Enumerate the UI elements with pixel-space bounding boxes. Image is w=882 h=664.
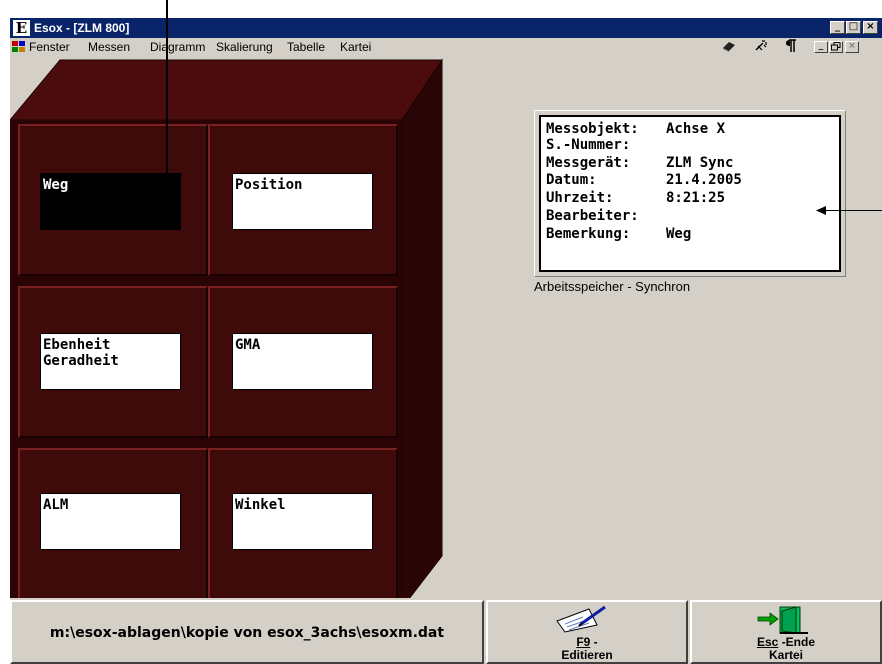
child-close-button[interactable]: × <box>845 41 859 53</box>
info-label-messobjekt: Messobjekt: <box>546 121 639 137</box>
restore-icon <box>831 42 841 51</box>
menu-messen[interactable]: Messen <box>88 41 130 54</box>
title-bar[interactable]: E Esox - [ZLM 800] _ □ × <box>10 18 882 38</box>
exit-button-label: Kartei <box>768 648 803 662</box>
info-label-bemerkung: Bemerkung: <box>546 226 631 242</box>
menu-diagramm[interactable]: Diagramm <box>150 41 205 54</box>
menu-kartei[interactable]: Kartei <box>340 41 371 54</box>
edit-hotkey: F9 <box>576 635 591 649</box>
drawer-label-winkel[interactable]: Winkel <box>232 493 373 550</box>
edit-button-label: Editieren <box>561 648 613 662</box>
measurement-info-panel: Messobjekt: Achse X S.-Nummer: Messgerät… <box>534 110 846 277</box>
main-window: E Esox - [ZLM 800] _ □ × Fenster Messen … <box>10 18 882 664</box>
drawer-label-gma[interactable]: GMA <box>232 333 373 390</box>
exit-hotkey-separator: -Ende <box>778 635 816 649</box>
info-label-bearbeiter: Bearbeiter: <box>546 208 639 224</box>
menu-skalierung[interactable]: Skalierung <box>216 41 273 54</box>
info-value-messgeraet: ZLM Sync <box>666 155 734 171</box>
app-icon[interactable]: E <box>13 20 30 36</box>
info-value-uhrzeit: 8:21:25 <box>666 190 726 206</box>
edit-hotkey-separator: - <box>590 635 598 649</box>
drawer-label-alm[interactable]: ALM <box>40 493 181 550</box>
file-cabinet: Weg Position Ebenheit Geradheit GMA ALM … <box>10 56 450 608</box>
file-path-panel: m:\esox-ablagen\kopie von esox_3achs\eso… <box>10 600 484 664</box>
child-window-icon[interactable] <box>12 41 26 53</box>
maximize-button[interactable]: □ <box>846 21 861 34</box>
drawer-label-weg[interactable]: Weg <box>40 173 181 230</box>
eraser-icon[interactable] <box>720 39 738 55</box>
minimize-button[interactable]: _ <box>830 21 845 34</box>
file-path: m:\esox-ablagen\kopie von esox_3achs\eso… <box>49 625 445 641</box>
exit-cabinet-button[interactable]: Esc -Ende Kartei <box>690 600 882 664</box>
info-label-messgeraet: Messgerät: <box>546 155 631 171</box>
menu-tabelle[interactable]: Tabelle <box>287 41 325 54</box>
info-value-bemerkung: Weg <box>666 226 692 242</box>
edit-button[interactable]: F9 - Editieren <box>486 600 688 664</box>
annotation-arrow-line-info <box>824 210 882 211</box>
exit-door-icon <box>757 606 808 634</box>
pen-paper-icon <box>556 605 606 633</box>
info-label-uhrzeit: Uhrzeit: <box>546 190 614 206</box>
close-button[interactable]: × <box>863 21 878 34</box>
menu-fenster[interactable]: Fenster <box>29 41 70 54</box>
info-label-s-nummer: S.-Nummer: <box>546 137 631 153</box>
child-minimize-button[interactable]: _ <box>814 41 828 53</box>
measurement-info-box: Messobjekt: Achse X S.-Nummer: Messgerät… <box>539 115 841 272</box>
info-label-datum: Datum: <box>546 172 597 188</box>
annotation-arrow-line-weg <box>166 0 168 178</box>
info-value-messobjekt: Achse X <box>666 121 726 137</box>
memory-status-label: Arbeitsspeicher - Synchron <box>534 279 691 294</box>
info-value-datum: 21.4.2005 <box>666 172 742 188</box>
annotation-arrowhead-icon <box>816 206 826 215</box>
drawer-label-position[interactable]: Position <box>232 173 373 230</box>
drawer-label-ebenheit-geradheit[interactable]: Ebenheit Geradheit <box>40 333 181 390</box>
menu-bar: Fenster Messen Diagramm Skalierung Tabel… <box>10 38 882 56</box>
paragraph-icon[interactable] <box>782 39 800 55</box>
bottom-bar: m:\esox-ablagen\kopie von esox_3achs\eso… <box>10 598 882 664</box>
child-restore-button[interactable] <box>829 41 843 53</box>
exit-hotkey: Esc <box>756 635 779 649</box>
magic-wand-icon[interactable] <box>752 39 770 55</box>
window-title: Esox - [ZLM 800] <box>34 21 130 35</box>
